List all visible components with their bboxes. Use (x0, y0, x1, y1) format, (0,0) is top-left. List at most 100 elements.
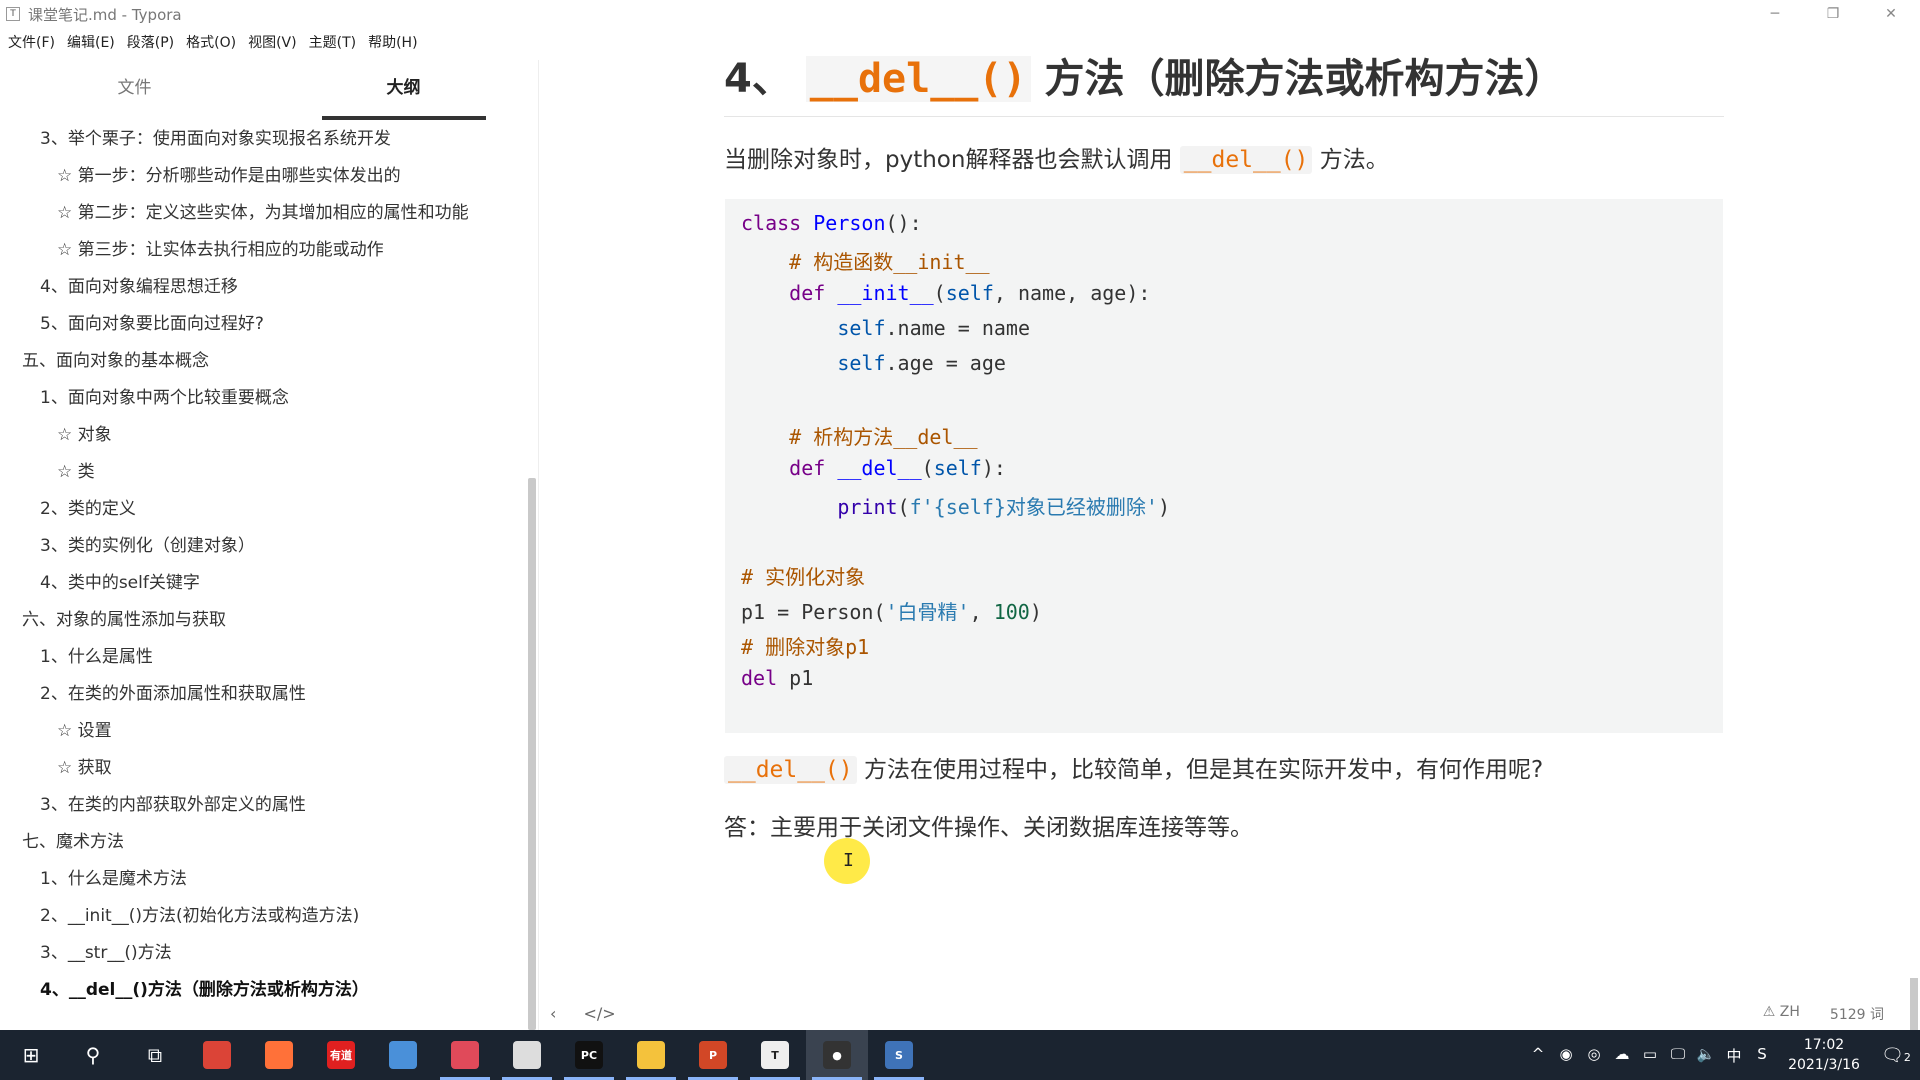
outline-item[interactable]: 4、面向对象编程思想迁移 (40, 272, 238, 297)
language-indicator[interactable]: ⚠ ZH (1763, 1004, 1800, 1024)
outline-item[interactable]: 五、面向对象的基本概念 (22, 346, 209, 371)
task-view-button[interactable]: ⧉ (124, 1030, 186, 1080)
clock-app-icon (513, 1041, 541, 1069)
task-view-icon: ⧉ (147, 1043, 163, 1067)
code-token: .name = name (885, 316, 1031, 340)
code-token: f'{self}对象已经被删除' (909, 495, 1158, 519)
editor-scrollbar[interactable] (1910, 978, 1918, 1030)
paragraph-intro-end: 方法。 (1319, 147, 1389, 173)
menu-view[interactable]: 视图(V) (248, 32, 297, 52)
minimize-button[interactable]: ─ (1746, 0, 1804, 28)
outline-item[interactable]: 七、魔术方法 (22, 827, 124, 852)
volume-icon[interactable]: 🔈 (1692, 1045, 1720, 1066)
outline-item[interactable]: 5、面向对象要比面向过程好? (40, 309, 264, 334)
editor-area[interactable]: 4、 __del__() 方法（删除方法或析构方法） 当删除对象时，python… (540, 28, 1920, 1030)
section-heading: 4、 __del__() 方法（删除方法或析构方法） (724, 46, 1564, 104)
code-token: # 实例化对象 (741, 565, 866, 589)
taskbar-app-button[interactable] (248, 1030, 310, 1080)
inline-code-del-2: __del__() (724, 756, 857, 784)
outline-item[interactable]: ☆ 第一步：分析哪些动作是由哪些实体发出的 (57, 161, 401, 186)
code-line: # 实例化对象 (741, 561, 865, 590)
code-line: print(f'{self}对象已经被删除') (741, 491, 1170, 520)
sogou-icon[interactable]: S (1748, 1045, 1776, 1066)
outline-item[interactable]: ☆ 第二步：定义这些实体，为其增加相应的属性和功能 (57, 198, 469, 223)
taskbar-app-button[interactable]: P (682, 1030, 744, 1080)
taskbar-app-button[interactable] (620, 1030, 682, 1080)
code-token: # 析构方法__del__ (741, 425, 978, 449)
outline-item[interactable]: 3、类的实例化（创建对象） (40, 531, 255, 556)
tray-cloud-icon[interactable]: ☁ (1608, 1045, 1636, 1066)
battery-icon[interactable]: ▭ (1636, 1045, 1664, 1066)
code-line: # 删除对象p1 (741, 631, 869, 660)
heading-suffix: 方法（删除方法或析构方法） (1044, 56, 1565, 102)
source-mode-button[interactable]: </> (584, 1004, 616, 1023)
clock[interactable]: 17:02 2021/3/16 (1776, 1035, 1872, 1075)
input-method-icon[interactable]: 中 (1720, 1045, 1748, 1066)
taskbar-app-button[interactable] (372, 1030, 434, 1080)
code-token: self (837, 316, 886, 340)
close-button[interactable]: ✕ (1862, 0, 1920, 28)
outline-item[interactable]: 4、__del__()方法（删除方法或析构方法） (40, 975, 369, 1000)
outline-list: 2、什么是面向对象 3、举个栗子：使用面向对象实现报名系统开发 ☆ 第一步：分析哪些… (0, 110, 526, 1030)
paragraph-intro: 当删除对象时，python解释器也会默认调用 __del__() 方法。 (724, 140, 1389, 174)
code-token: Person (813, 211, 886, 235)
code-block[interactable]: class Person(): # 构造函数__init__ def __ini… (725, 199, 1723, 733)
code-token: __del__ (837, 456, 922, 480)
search-button[interactable]: ⚲ (62, 1030, 124, 1080)
outline-item[interactable]: ☆ 第三步：让实体去执行相应的功能或动作 (57, 235, 384, 260)
network-icon[interactable]: 🖵 (1664, 1045, 1692, 1066)
sidebar-scrollbar[interactable] (528, 478, 536, 1030)
paragraph-answer: 答：主要用于关闭文件操作、关闭数据库连接等等。 (724, 815, 1253, 841)
taskbar-app-button[interactable]: S (868, 1030, 930, 1080)
code-token: print (837, 495, 898, 519)
outline-item[interactable]: 六、对象的属性添加与获取 (22, 605, 226, 630)
outline-item[interactable]: 1、什么是属性 (40, 642, 153, 667)
taskbar-app-button[interactable]: 有道 (310, 1030, 372, 1080)
outline-item[interactable]: ☆ 获取 (57, 753, 112, 778)
outline-item[interactable]: 2、什么是面向对象 (40, 110, 187, 113)
tray-app-icon[interactable]: ◉ (1552, 1045, 1580, 1066)
taskbar-app-button[interactable] (434, 1030, 496, 1080)
outline-item[interactable]: ☆ 对象 (57, 420, 112, 445)
code-token: self (933, 456, 982, 480)
sidebar-toggle-button[interactable]: ‹ (550, 1004, 556, 1023)
menu-theme[interactable]: 主题(T) (309, 32, 356, 52)
taskbar-app-button[interactable]: T (744, 1030, 806, 1080)
code-line: self.name = name (741, 316, 1030, 340)
outline-item[interactable]: 4、类中的self关键字 (40, 568, 200, 593)
menu-file[interactable]: 文件(F) (8, 32, 55, 52)
menu-format[interactable]: 格式(O) (186, 32, 236, 52)
code-line: del p1 (741, 666, 813, 690)
outline-item[interactable]: 3、在类的内部获取外部定义的属性 (40, 790, 306, 815)
outline-item[interactable]: 1、什么是魔术方法 (40, 864, 187, 889)
show-hidden-icons[interactable]: ^ (1524, 1045, 1552, 1066)
code-line: # 析构方法__del__ (741, 421, 978, 450)
outline-item[interactable]: 3、__str__()方法 (40, 938, 172, 963)
file-explorer-icon (637, 1041, 665, 1069)
restore-button[interactable]: ❐ (1804, 0, 1862, 28)
taskbar-app-button[interactable] (186, 1030, 248, 1080)
taskbar-app-button[interactable]: PC (558, 1030, 620, 1080)
outline-item[interactable]: 3、举个栗子：使用面向对象实现报名系统开发 (40, 124, 391, 149)
tray-sync-icon[interactable]: ◎ (1580, 1045, 1608, 1066)
start-button[interactable]: ⊞ (0, 1030, 62, 1080)
outline-item[interactable]: ☆ 设置 (57, 716, 112, 741)
menu-help[interactable]: 帮助(H) (368, 32, 417, 52)
word-count[interactable]: 5129 词 (1830, 1004, 1884, 1024)
chromium-icon (389, 1041, 417, 1069)
notification-center-button[interactable]: 🗨2 (1872, 1045, 1920, 1066)
outline-item[interactable]: 2、__init__()方法(初始化方法或构造方法) (40, 901, 359, 926)
menu-paragraph[interactable]: 段落(P) (127, 32, 174, 52)
outline-item[interactable]: 2、类的定义 (40, 494, 136, 519)
menu-edit[interactable]: 编辑(E) (67, 32, 115, 52)
outline-item[interactable]: 2、在类的外面添加属性和获取属性 (40, 679, 306, 704)
code-token: self (945, 281, 994, 305)
code-token: , name, age): (993, 281, 1151, 305)
code-token: , (969, 600, 994, 624)
outline-item[interactable]: 1、面向对象中两个比较重要概念 (40, 383, 289, 408)
outline-item[interactable]: ☆ 类 (57, 457, 95, 482)
taskbar-app-button[interactable]: ● (806, 1030, 868, 1080)
taskbar-app-button[interactable] (496, 1030, 558, 1080)
